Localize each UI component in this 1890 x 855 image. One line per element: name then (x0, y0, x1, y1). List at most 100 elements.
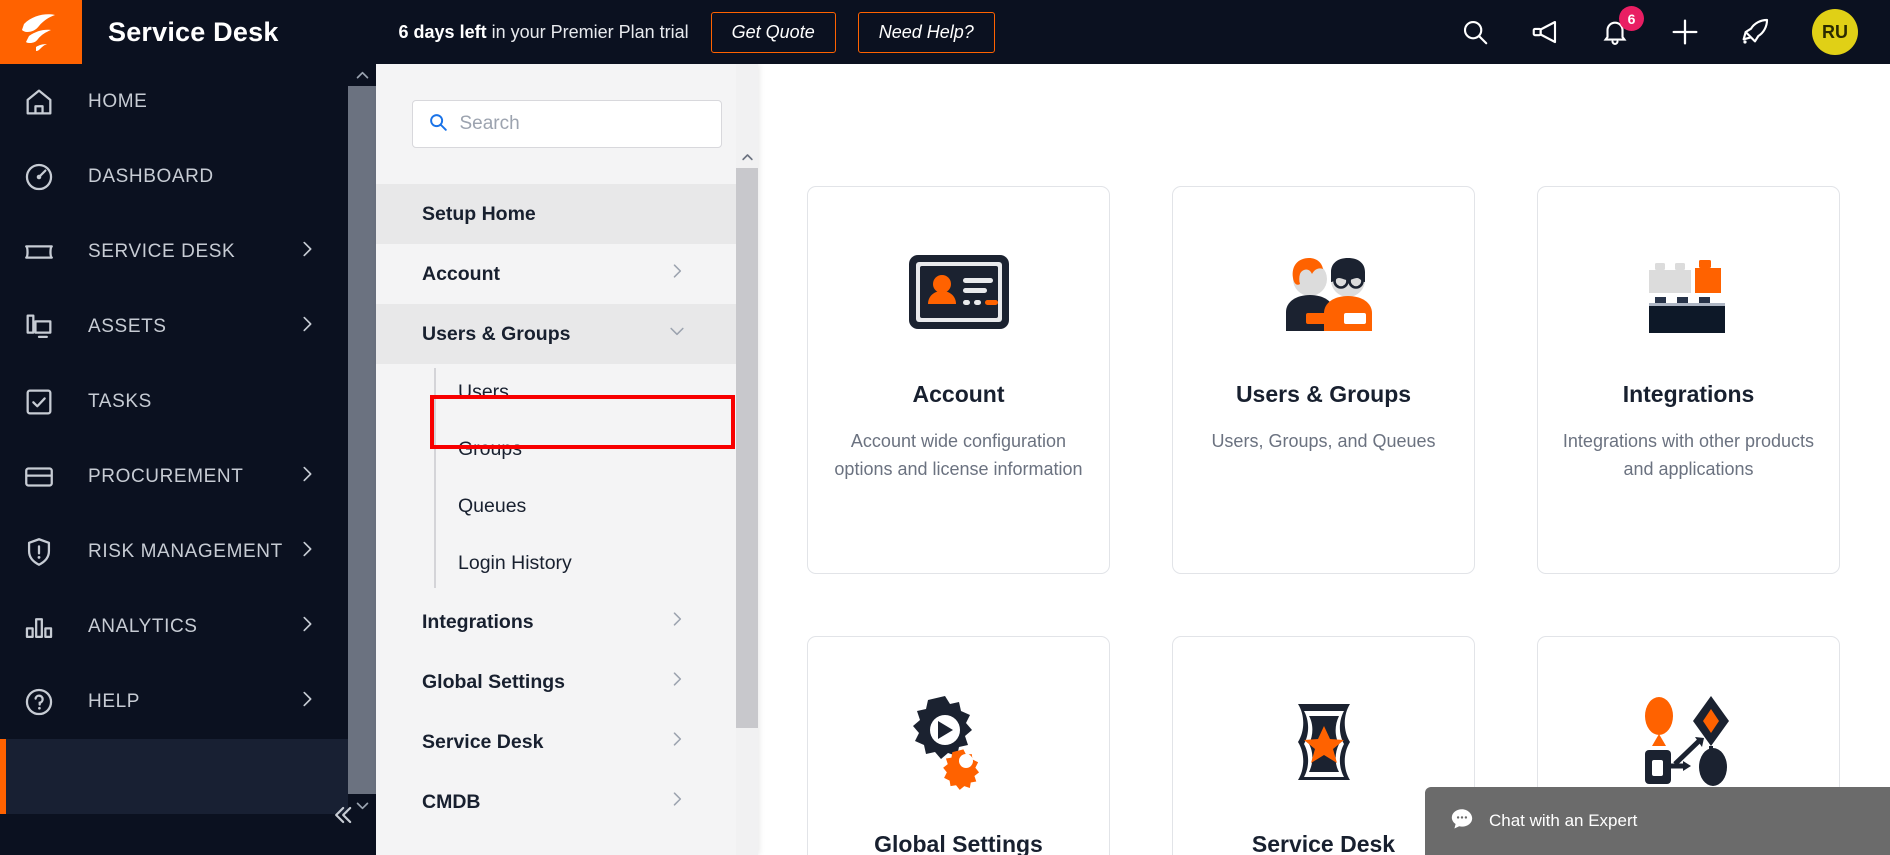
solarwinds-logo-icon[interactable] (0, 0, 82, 64)
blocks-icon (1637, 239, 1741, 345)
sidebar-item-risk-management[interactable]: RISK MANAGEMENT (0, 514, 376, 589)
search-icon (427, 111, 449, 138)
sidebar-collapse-button[interactable] (322, 795, 362, 835)
shield-alert-icon (22, 535, 68, 569)
trial-message: 6 days left in your Premier Plan trial (399, 22, 689, 43)
chevron-down-icon (667, 321, 687, 347)
card-global-settings[interactable]: Global Settings (807, 636, 1110, 855)
sidebar-item-dashboard[interactable]: DASHBOARD (0, 139, 376, 214)
sidebar-item-analytics[interactable]: ANALYTICS (0, 589, 376, 664)
checkbox-icon (22, 385, 68, 419)
sidebar-item-label: HOME (88, 90, 148, 112)
devices-icon (22, 310, 68, 344)
flyout-item-label: Integrations (422, 610, 534, 633)
setup-flyout-panel: Setup Home Account Users & Groups Users … (376, 64, 757, 855)
flyout-subitem-queues[interactable]: Queues (436, 478, 757, 535)
card-description: Users, Groups, and Queues (1211, 431, 1436, 451)
search-box[interactable] (411, 100, 722, 148)
sidebar-item-assets[interactable]: ASSETS (0, 289, 376, 364)
card-account[interactable]: Account Account wide configuration optio… (807, 186, 1110, 574)
id-card-icon (907, 239, 1011, 345)
plus-icon[interactable] (1668, 15, 1702, 49)
left-sidebar: HOME DASHBOARD SERVICE DESK ASSETS TASKS… (0, 64, 376, 855)
card-title: Users & Groups (1235, 381, 1412, 407)
sidebar-item-service-desk[interactable]: SERVICE DESK (0, 214, 376, 289)
top-bar: Service Desk 6 days left in your Premier… (0, 0, 1890, 64)
flyout-item-users-and-groups[interactable]: Users & Groups (376, 304, 757, 364)
sidebar-item-label: DASHBOARD (88, 165, 214, 187)
gears-icon (907, 689, 1011, 795)
sidebar-item-label: RISK MANAGEMENT (88, 540, 283, 562)
flyout-item-service-desk[interactable]: Service Desk (376, 712, 757, 772)
sidebar-item-setup[interactable] (0, 739, 376, 814)
megaphone-icon[interactable] (1528, 15, 1562, 49)
chevron-right-icon (667, 261, 687, 287)
sidebar-item-label: ANALYTICS (88, 615, 198, 637)
chevron-up-icon[interactable] (348, 64, 376, 86)
sidebar-item-tasks[interactable]: TASKS (0, 364, 376, 439)
app-title: Service Desk (108, 16, 279, 47)
top-bar-actions: 6 RU (1458, 6, 1890, 55)
chat-widget-label: Chat with an Expert (1489, 811, 1638, 830)
card-icon (22, 460, 68, 494)
search-input[interactable] (459, 113, 707, 135)
chevron-right-icon (296, 463, 318, 490)
sidebar-item-label: TASKS (88, 390, 152, 412)
sidebar-item-label: SERVICE DESK (88, 240, 236, 262)
avatar[interactable]: RU (1812, 9, 1858, 55)
flyout-subitem-login-history[interactable]: Login History (436, 535, 757, 592)
chat-widget[interactable]: Chat with an Expert (1425, 787, 1890, 855)
chevron-right-icon (667, 789, 687, 815)
card-title: Service Desk (1251, 831, 1396, 855)
flyout-subitem-label: Groups (458, 438, 522, 460)
chevron-right-icon (667, 609, 687, 635)
flyout-item-label: Account (422, 262, 500, 285)
bell-icon[interactable]: 6 (1598, 6, 1644, 49)
flyout-item-label: Setup Home (422, 202, 536, 225)
get-quote-button[interactable]: Get Quote (710, 11, 836, 53)
flyout-subitem-users[interactable]: Users (436, 364, 757, 421)
sidebar-item-procurement[interactable]: PROCUREMENT (0, 439, 376, 514)
rocket-icon[interactable] (1738, 15, 1772, 49)
card-users-and-groups[interactable]: Users & Groups Users, Groups, and Queues (1172, 186, 1475, 574)
sidebar-item-label: ASSETS (88, 315, 167, 337)
card-title: Integrations (1622, 381, 1755, 407)
trial-banner: 6 days left in your Premier Plan trial G… (399, 11, 995, 53)
flyout-item-cmdb[interactable]: CMDB (376, 772, 757, 832)
sidebar-item-help[interactable]: HELP (0, 664, 376, 739)
chevron-right-icon (667, 669, 687, 695)
sidebar-scrollbar-thumb[interactable] (348, 86, 376, 794)
cmdb-nodes-icon (1633, 689, 1745, 795)
search-icon[interactable] (1458, 15, 1492, 49)
chevron-right-icon (296, 613, 318, 640)
flyout-subitem-label: Login History (458, 552, 572, 574)
sidebar-item-label: PROCUREMENT (88, 465, 244, 487)
setup-card-grid: Account Account wide configuration optio… (807, 186, 1840, 855)
home-icon (22, 85, 68, 119)
flyout-submenu: Users Groups Queues Login History (376, 364, 757, 592)
gauge-icon (22, 160, 68, 194)
flyout-item-label: Global Settings (422, 670, 566, 693)
trial-message-rest: in your Premier Plan trial (486, 21, 689, 42)
flyout-scrollbar-thumb[interactable] (736, 168, 758, 728)
people-icon (1264, 239, 1384, 345)
flyout-item-setup-home[interactable]: Setup Home (376, 184, 757, 244)
need-help-button[interactable]: Need Help? (857, 11, 995, 53)
card-title: Global Settings (874, 831, 1043, 855)
chevron-up-icon[interactable] (736, 146, 758, 168)
sidebar-scrollbar[interactable] (348, 64, 376, 855)
flyout-item-integrations[interactable]: Integrations (376, 592, 757, 652)
chevron-right-icon (667, 729, 687, 755)
setup-main-content: Account Account wide configuration optio… (757, 64, 1890, 855)
flyout-subitem-groups[interactable]: Groups (436, 421, 757, 478)
flyout-subitem-label: Queues (458, 495, 527, 517)
sidebar-item-label: HELP (88, 690, 141, 712)
flyout-item-label: CMDB (422, 790, 481, 813)
sidebar-item-home[interactable]: HOME (0, 64, 376, 139)
card-title: Account (912, 381, 1005, 407)
flyout-item-account[interactable]: Account (376, 244, 757, 304)
flyout-item-label: Users & Groups (422, 322, 571, 345)
chevron-right-icon (296, 538, 318, 565)
card-integrations[interactable]: Integrations Integrations with other pro… (1537, 186, 1840, 574)
flyout-item-global-settings[interactable]: Global Settings (376, 652, 757, 712)
